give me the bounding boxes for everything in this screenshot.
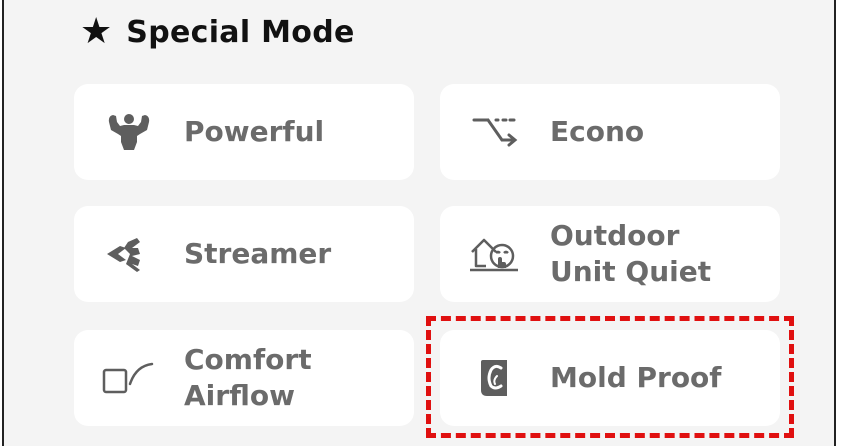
comfort-airflow-icon — [102, 356, 156, 400]
econo-mode-button[interactable]: Econo — [440, 84, 780, 180]
section-header: ★ Special Mode — [80, 10, 355, 54]
special-mode-panel: ★ Special Mode Powerful Econo Streamer O… — [2, 0, 836, 446]
econo-icon — [468, 110, 522, 154]
mold-proof-label: Mold Proof — [550, 361, 722, 394]
econo-label: Econo — [550, 115, 645, 148]
streamer-label: Streamer — [184, 237, 332, 270]
comfort-airflow-mode-button[interactable]: Comfort Airflow — [74, 330, 414, 426]
outdoor-unit-quiet-icon — [468, 232, 522, 276]
powerful-label: Powerful — [184, 115, 325, 148]
powerful-icon — [102, 110, 156, 154]
outdoor-unit-quiet-label: Outdoor Unit Quiet — [550, 219, 712, 288]
star-icon: ★ — [80, 11, 113, 52]
outdoor-unit-quiet-mode-button[interactable]: Outdoor Unit Quiet — [440, 206, 780, 302]
section-title: Special Mode — [126, 14, 355, 50]
mold-proof-mode-button[interactable]: Mold Proof — [440, 330, 780, 426]
powerful-mode-button[interactable]: Powerful — [74, 84, 414, 180]
streamer-icon — [102, 232, 156, 276]
streamer-mode-button[interactable]: Streamer — [74, 206, 414, 302]
comfort-airflow-label: Comfort Airflow — [184, 343, 312, 412]
mold-proof-icon — [468, 356, 522, 400]
